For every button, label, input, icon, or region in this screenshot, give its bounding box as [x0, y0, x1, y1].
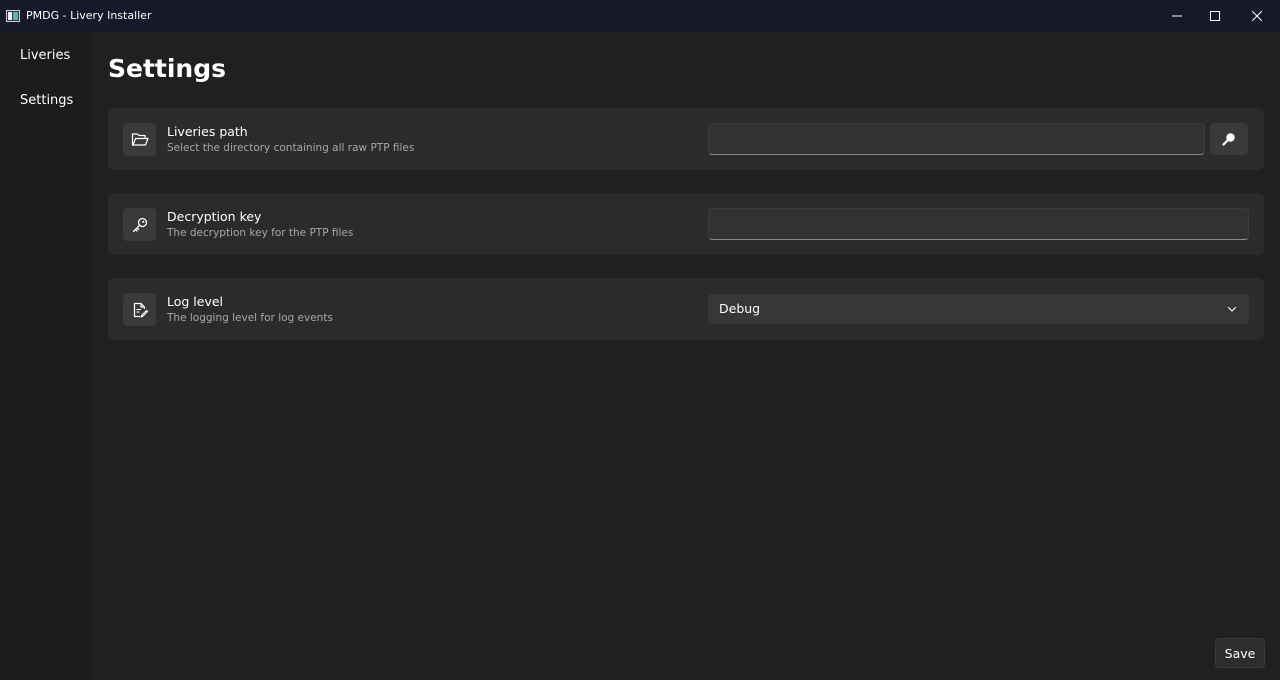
sidebar: Liveries Settings: [0, 32, 93, 680]
maximize-icon: [1210, 11, 1220, 21]
sidebar-item-settings[interactable]: Settings: [20, 93, 73, 108]
decryption-key-card: Decryption key The decryption key for th…: [108, 193, 1264, 255]
liveries-path-title: Liveries path: [167, 124, 248, 139]
edit-document-icon: [123, 293, 156, 326]
decryption-key-title: Decryption key: [167, 209, 262, 224]
liveries-path-input[interactable]: [708, 123, 1205, 155]
page-title: Settings: [108, 54, 227, 83]
browse-button[interactable]: [1210, 123, 1248, 155]
search-icon: [1222, 133, 1235, 146]
app-icon: [6, 10, 20, 22]
log-level-selected-value: Debug: [719, 301, 761, 316]
title-bar[interactable]: PMDG - Livery Installer: [0, 0, 1280, 32]
close-icon: [1252, 11, 1262, 21]
liveries-path-card: Liveries path Select the directory conta…: [108, 108, 1264, 170]
app-window: PMDG - Livery Installer Liveries Setting…: [0, 0, 1280, 680]
log-level-description: The logging level for log events: [167, 312, 333, 324]
main-content: Settings Liveries path Select the direct…: [93, 32, 1280, 680]
window-title: PMDG - Livery Installer: [26, 9, 152, 22]
chevron-down-icon: [1227, 306, 1237, 312]
log-level-select[interactable]: Debug: [708, 294, 1249, 324]
close-button[interactable]: [1234, 0, 1280, 32]
decryption-key-description: The decryption key for the PTP files: [167, 227, 354, 239]
minimize-icon: [1172, 15, 1182, 17]
liveries-path-description: Select the directory containing all raw …: [167, 142, 415, 154]
save-button[interactable]: Save: [1215, 638, 1265, 668]
folder-icon: [123, 123, 156, 156]
maximize-button[interactable]: [1192, 0, 1238, 32]
log-level-title: Log level: [167, 294, 224, 309]
log-level-card: Log level The logging level for log even…: [108, 278, 1264, 340]
sidebar-item-liveries[interactable]: Liveries: [20, 48, 70, 63]
key-icon: [123, 208, 156, 241]
decryption-key-input[interactable]: [708, 208, 1249, 240]
